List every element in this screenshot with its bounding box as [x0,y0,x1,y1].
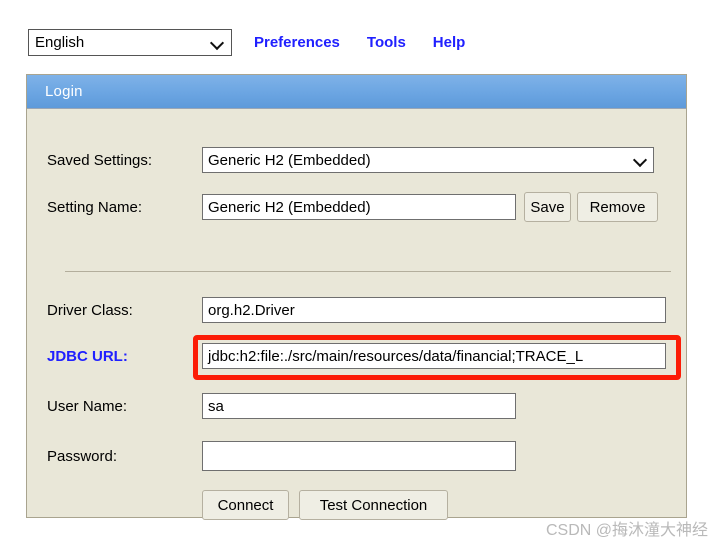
login-panel: Login Saved Settings: Generic H2 (Embedd… [26,74,687,520]
action-buttons-row: Connect Test Connection [202,490,448,520]
jdbc-url-label[interactable]: JDBC URL: [47,348,202,365]
chevron-down-icon [211,36,225,50]
user-name-value: sa [208,397,224,415]
user-name-row: User Name: sa [47,393,516,419]
saved-settings-label: Saved Settings: [47,151,153,169]
saved-settings-select[interactable]: Generic H2 (Embedded) [202,147,654,173]
jdbc-url-input[interactable]: jdbc:h2:file:./src/main/resources/data/f… [202,343,666,369]
jdbc-url-row: JDBC URL: jdbc:h2:file:./src/main/resour… [47,343,666,369]
driver-class-value: org.h2.Driver [208,301,295,319]
driver-class-row: Driver Class: org.h2.Driver [47,297,666,323]
connect-button[interactable]: Connect [202,490,289,520]
driver-class-input[interactable]: org.h2.Driver [202,297,666,323]
password-input[interactable] [202,441,516,471]
test-connection-button[interactable]: Test Connection [299,490,448,520]
password-row: Password: [47,441,516,471]
setting-name-value: Generic H2 (Embedded) [208,198,371,216]
login-panel-header: Login [27,75,686,109]
help-link[interactable]: Help [433,34,466,51]
user-name-input[interactable]: sa [202,393,516,419]
preferences-link[interactable]: Preferences [254,34,340,51]
language-select[interactable]: English [28,29,232,56]
login-panel-body: Saved Settings: Generic H2 (Embedded) Se… [27,109,686,551]
tools-link[interactable]: Tools [367,34,406,51]
user-name-label: User Name: [47,397,128,415]
toolbar-links: Preferences Tools Help [254,34,465,51]
language-select-value: English [35,34,85,51]
section-divider [65,271,671,272]
panel-title: Login [45,83,83,100]
csdn-watermark: CSDN @挴沐潼大神经 [545,522,708,539]
setting-name-label: Setting Name: [47,198,143,216]
saved-settings-value: Generic H2 (Embedded) [208,151,371,169]
remove-button[interactable]: Remove [577,192,658,222]
driver-class-label: Driver Class: [47,301,133,319]
password-label: Password: [47,447,118,465]
top-toolbar: English Preferences Tools Help [28,29,465,56]
setting-name-input[interactable]: Generic H2 (Embedded) [202,194,516,220]
chevron-down-icon [634,153,648,167]
setting-name-row: Setting Name: Generic H2 (Embedded) Save… [47,192,658,222]
save-button[interactable]: Save [524,192,571,222]
saved-settings-row: Saved Settings: Generic H2 (Embedded) [47,147,654,173]
jdbc-url-value: jdbc:h2:file:./src/main/resources/data/f… [208,347,584,365]
